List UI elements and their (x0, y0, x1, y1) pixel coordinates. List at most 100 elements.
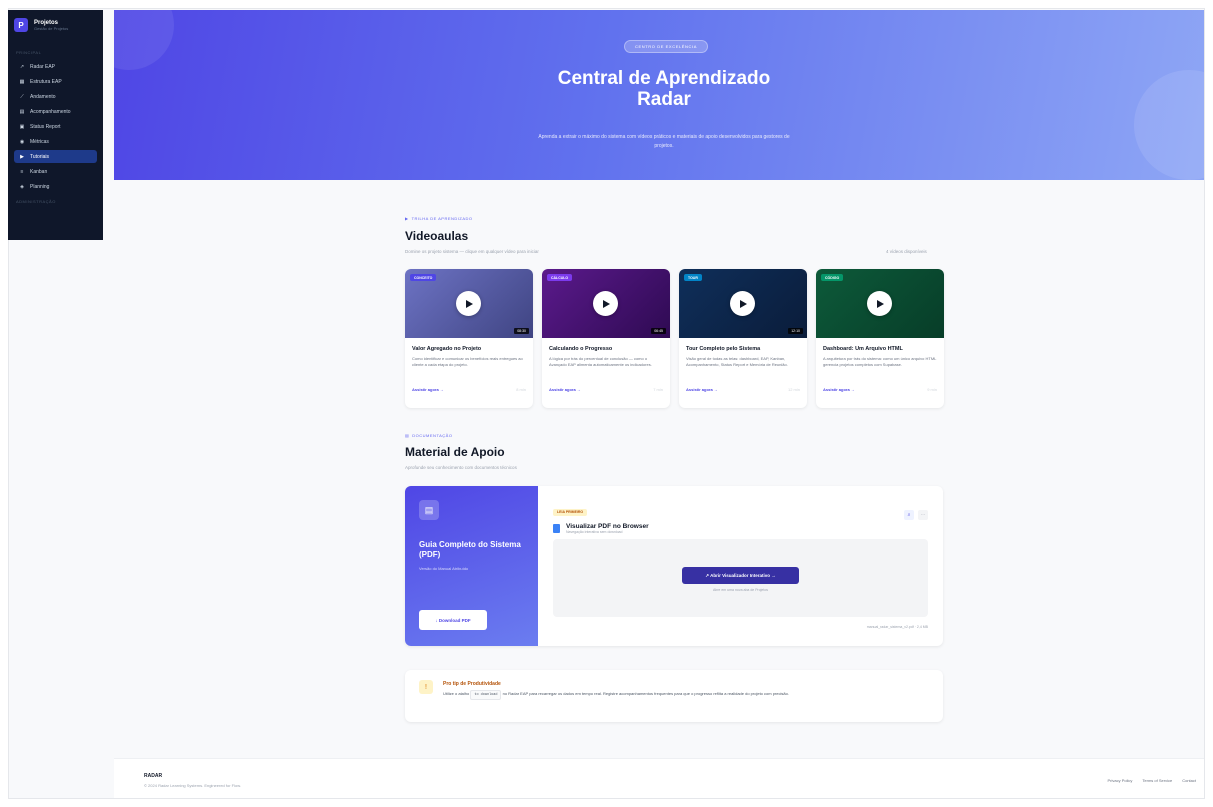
video-thumbnail[interactable]: CONCEITO 08:30 (405, 269, 533, 338)
docs-title: Material de Apoio (405, 445, 505, 459)
guide-title: Guia Completo do Sistema (PDF) (419, 540, 521, 559)
sidebar-item-label: Métricas (30, 138, 49, 145)
video-card[interactable]: CÁLCULO 06:45 Calculando o Progresso A l… (542, 269, 670, 408)
hero-banner: CENTRO DE EXCELÊNCIA Central de Aprendiz… (114, 10, 1204, 180)
pdf-icon (553, 524, 560, 533)
watch-now-link[interactable]: Assistir agora → (549, 387, 581, 392)
play-button-icon[interactable] (593, 291, 618, 316)
read-first-badge: LEIA PRIMEIRO (553, 509, 588, 516)
clipboard-icon: ▤ (19, 108, 25, 115)
sidebar-item-estrutura-eap[interactable]: ▦ Estrutura EAP (14, 75, 97, 88)
video-meta: 9 min (927, 387, 937, 392)
video-description: Como identificar e comunicar os benefíci… (412, 356, 523, 367)
video-title: Tour Completo pelo Sistema (686, 346, 761, 352)
videos-count: 4 vídeos disponíveis (886, 249, 927, 254)
video-card[interactable]: CONCEITO 08:30 Valor Agregado no Projeto… (405, 269, 533, 408)
terms-link[interactable]: Terms of Service (1142, 778, 1172, 783)
video-thumbnail[interactable]: CÓDIGO (816, 269, 944, 338)
docs-kicker: ▤ DOCUMENTAÇÃO (405, 433, 452, 438)
video-meta: 7 min (653, 387, 663, 392)
sidebar-item-label: Radar EAP (30, 63, 56, 70)
file-icon: ▤ (419, 500, 439, 520)
play-icon: ▶ (20, 153, 24, 160)
video-description: A arquitetura por trás do sistema: como … (823, 356, 937, 367)
video-description: Visão geral de todas as telas: dashboard… (686, 356, 788, 367)
videos-kicker-label: TRILHA DE APRENDIZADO (411, 216, 473, 221)
video-thumbnail[interactable]: CÁLCULO 06:45 (542, 269, 670, 338)
pdf-title: Visualizar PDF no Browser (566, 523, 649, 530)
kanban-icon: ≡ (20, 168, 24, 175)
video-title: Dashboard: Um Arquivo HTML (823, 346, 903, 352)
nav-section-main: PRINCIPAL (16, 50, 42, 55)
hero-badge: CENTRO DE EXCELÊNCIA (624, 40, 709, 53)
documentation-panel: ▤ Guia Completo do Sistema (PDF) Versão … (405, 486, 943, 646)
privacy-policy-link[interactable]: Privacy Policy (1108, 778, 1133, 783)
pdf-subtitle: Navegação interativa sem download (566, 530, 623, 534)
shortcut-key: to download (470, 690, 502, 700)
sidebar-item-radar-eap[interactable]: ↗ Radar EAP (14, 60, 97, 73)
search-icon[interactable]: ⌕ (904, 510, 914, 520)
sidebar-item-kanban[interactable]: ≡ Kanban (14, 165, 97, 178)
sidebar-item-label: Planning (30, 183, 50, 190)
footer-copyright: © 2024 Radar Learning Systems. Engineere… (144, 783, 241, 788)
lightbulb-icon: ! (419, 680, 433, 694)
sidebar-item-planning[interactable]: ◈ Planning (14, 180, 97, 193)
video-tag: CONCEITO (410, 274, 437, 281)
sidebar-item-acompanhamento[interactable]: ▤ Acompanhamento (14, 105, 97, 118)
videos-kicker: ▶ TRILHA DE APRENDIZADO (405, 216, 473, 221)
hero-description: Aprenda a extrair o máximo do sistema co… (538, 134, 790, 149)
guide-panel: ▤ Guia Completo do Sistema (PDF) Versão … (405, 486, 538, 646)
docs-subtitle: Aprofunde seu conhecimento com documento… (405, 465, 517, 470)
tip-text-after: no Radar EAP para recarregar os dados em… (502, 691, 789, 696)
grid-icon: ▦ (19, 78, 25, 85)
video-tag: CÓDIGO (821, 274, 844, 281)
sidebar-item-label: Kanban (30, 168, 48, 175)
video-meta: 12 min (787, 387, 800, 392)
video-tag: CÁLCULO (547, 274, 573, 281)
report-icon: ▣ (19, 123, 25, 130)
calendar-icon: ◈ (20, 183, 24, 190)
nav-section-admin: ADMINISTRAÇÃO (16, 199, 56, 204)
download-pdf-button[interactable]: ↓ Download PDF (419, 610, 487, 630)
play-button-icon[interactable] (867, 291, 892, 316)
play-button-icon[interactable] (456, 291, 481, 316)
tip-title: Pro tip de Produtividade (443, 681, 501, 687)
contact-link[interactable]: Contact (1182, 778, 1196, 783)
brand[interactable]: P Projetos Gestão de Projetos (14, 18, 97, 32)
watch-now-link[interactable]: Assistir agora → (686, 387, 718, 392)
more-icon[interactable]: ⋯ (918, 510, 928, 520)
watch-now-link[interactable]: Assistir agora → (823, 387, 855, 392)
sidebar-item-metricas[interactable]: ◉ Métricas (14, 135, 97, 148)
sidebar-item-status-report[interactable]: ▣ Status Report (14, 120, 97, 133)
productivity-tip: ! Pro tip de Produtividade Utilize o ata… (405, 670, 943, 722)
pdf-viewer-panel: LEIA PRIMEIRO Visualizar PDF no Browser … (538, 486, 943, 646)
page-title: Central de Aprendizado Radar (494, 68, 834, 110)
sidebar-item-andamento[interactable]: ⟋ Andamento (14, 90, 97, 103)
play-button-icon[interactable] (730, 291, 755, 316)
document-icon: ▤ (405, 433, 410, 438)
tip-text-before: Utilize o atalho (443, 691, 470, 696)
footer: RADAR © 2024 Radar Learning Systems. Eng… (114, 758, 1204, 798)
sidebar-item-label: Status Report (30, 123, 61, 130)
docs-kicker-label: DOCUMENTAÇÃO (412, 433, 453, 438)
viewer-note: Abre em uma nova aba de Projetos (712, 588, 769, 592)
brand-subtitle: Gestão de Projetos (34, 25, 69, 31)
footer-links: Privacy Policy Terms of Service Contact (1108, 778, 1197, 783)
file-name: manual_radar_sistema_v2.pdf · 2,4 MB (866, 625, 928, 629)
logo-icon: P (14, 18, 28, 32)
video-thumbnail[interactable]: TOUR 12:10 (679, 269, 807, 338)
videos-title: Videoaulas (405, 229, 469, 243)
play-icon: ▶ (405, 216, 409, 221)
video-title: Valor Agregado no Projeto (412, 346, 482, 352)
watch-now-link[interactable]: Assistir agora → (412, 387, 444, 392)
pdf-viewer: ↗ Abrir Visualizador Interativo → Abre e… (553, 539, 928, 617)
video-meta: 8 min (516, 387, 526, 392)
video-card[interactable]: CÓDIGO Dashboard: Um Arquivo HTML A arqu… (816, 269, 944, 408)
video-card[interactable]: TOUR 12:10 Tour Completo pelo Sistema Vi… (679, 269, 807, 408)
open-viewer-button[interactable]: ↗ Abrir Visualizador Interativo → (682, 567, 799, 584)
sidebar-item-tutoriais[interactable]: ▶ Tutoriais (14, 150, 97, 163)
videos-subtitle: Domine os projeto sistema — clique em qu… (405, 249, 539, 254)
pdf-toolbar: ⌕ ⋯ (904, 510, 928, 520)
tip-text: Utilize o atalho to download no Radar EA… (443, 690, 933, 700)
sidebar: P Projetos Gestão de Projetos PRINCIPAL … (8, 10, 103, 240)
